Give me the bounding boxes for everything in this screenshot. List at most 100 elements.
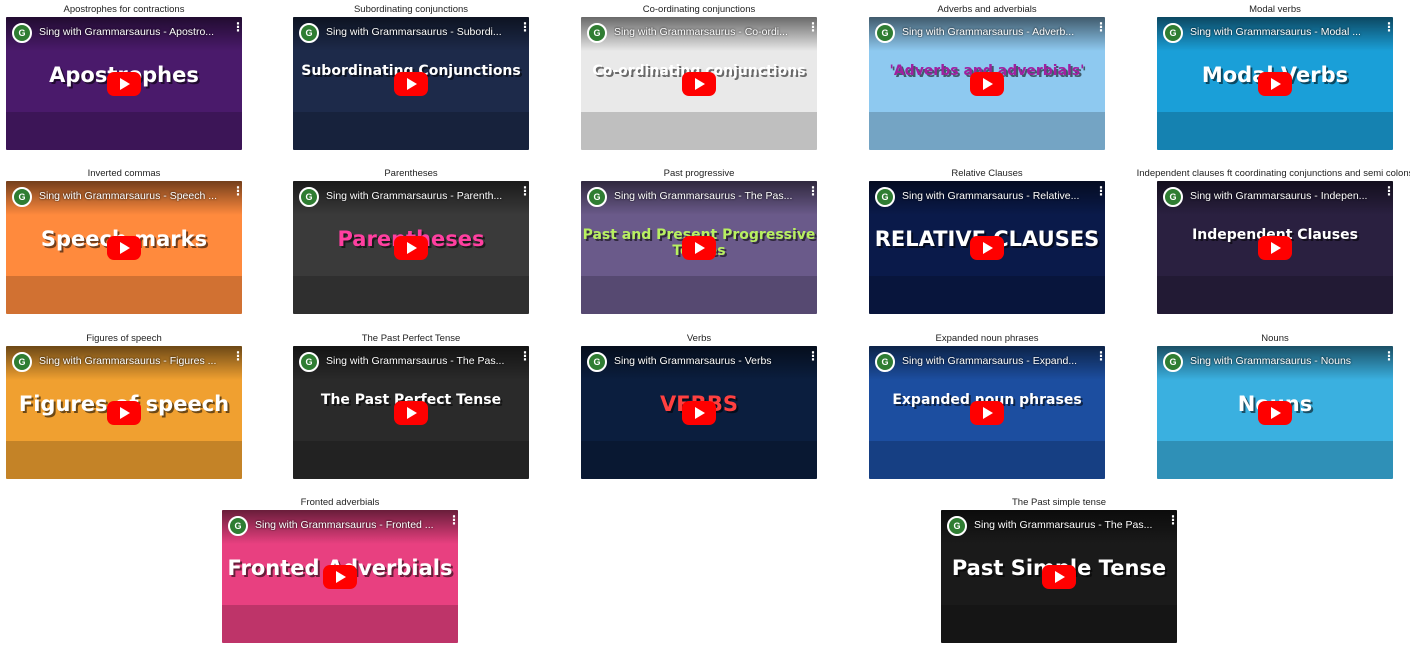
channel-avatar[interactable]: G — [299, 23, 319, 43]
video-embed[interactable]: NounsGSing with Grammarsaurus - Nouns⋮ — [1157, 346, 1393, 479]
video-card: Subordinating conjunctions Subordinating … — [293, 4, 581, 168]
play-button-icon[interactable] — [970, 400, 1004, 425]
video-embed[interactable]: Past Simple TenseGSing with Grammarsauru… — [941, 510, 1177, 643]
more-options-icon[interactable]: ⋮ — [1383, 185, 1393, 197]
thumbnail-backdrop — [1157, 276, 1393, 314]
play-button-icon[interactable] — [970, 71, 1004, 96]
thumbnail-backdrop — [6, 112, 242, 150]
more-options-icon[interactable]: ⋮ — [519, 185, 529, 197]
video-title[interactable]: Sing with Grammarsaurus - Indepen... — [1190, 190, 1375, 202]
thumbnail-backdrop — [581, 112, 817, 150]
channel-avatar[interactable]: G — [875, 23, 895, 43]
more-options-icon[interactable]: ⋮ — [519, 21, 529, 33]
channel-avatar[interactable]: G — [1163, 23, 1183, 43]
channel-avatar[interactable]: G — [1163, 352, 1183, 372]
more-options-icon[interactable]: ⋮ — [448, 514, 458, 526]
channel-avatar[interactable]: G — [299, 352, 319, 372]
channel-avatar[interactable]: G — [299, 187, 319, 207]
play-button-icon[interactable] — [682, 71, 716, 96]
video-title[interactable]: Sing with Grammarsaurus - Parenth... — [326, 190, 511, 202]
video-title[interactable]: Sing with Grammarsaurus - Modal ... — [1190, 26, 1375, 38]
play-button-icon[interactable] — [107, 235, 141, 260]
channel-avatar[interactable]: G — [587, 352, 607, 372]
more-options-icon[interactable]: ⋮ — [1095, 185, 1105, 197]
more-options-icon[interactable]: ⋮ — [1383, 350, 1393, 362]
play-button-icon[interactable] — [1258, 235, 1292, 260]
thumbnail-backdrop — [1157, 112, 1393, 150]
play-button-icon[interactable] — [394, 71, 428, 96]
more-options-icon[interactable]: ⋮ — [1095, 21, 1105, 33]
video-title[interactable]: Sing with Grammarsaurus - The Pas... — [614, 190, 799, 202]
channel-avatar[interactable]: G — [947, 516, 967, 536]
video-title[interactable]: Sing with Grammarsaurus - Adverb... — [902, 26, 1087, 38]
channel-avatar[interactable]: G — [587, 23, 607, 43]
video-card: Co-ordinating conjunctions Co-ordinating … — [581, 4, 869, 168]
more-options-icon[interactable]: ⋮ — [232, 185, 242, 197]
video-card: Inverted commas Speech marks G Sing with Gr… — [6, 168, 294, 332]
more-options-icon[interactable]: ⋮ — [519, 350, 529, 362]
thumbnail-backdrop — [222, 605, 458, 643]
more-options-icon[interactable]: ⋮ — [1167, 514, 1177, 526]
video-title[interactable]: Sing with Grammarsaurus - Speech ... — [39, 190, 224, 202]
video-title[interactable]: Sing with Grammarsaurus - The Pas... — [326, 355, 511, 367]
play-button-icon[interactable] — [1258, 71, 1292, 96]
video-embed[interactable]: RELATIVE CLAUSES G Sing with Grammarsaurus… — [869, 181, 1105, 314]
more-options-icon[interactable]: ⋮ — [807, 185, 817, 197]
video-title[interactable]: Sing with Grammarsaurus - Apostro... — [39, 26, 224, 38]
video-embed[interactable]: Modal Verbs G Sing with Grammarsaurus - Mo… — [1157, 17, 1393, 150]
channel-avatar[interactable]: G — [587, 187, 607, 207]
video-embed[interactable]: ApostrophesGSing with Grammarsaurus - Ap… — [6, 17, 242, 150]
video-embed[interactable]: The Past Perfect Tense G Sing with Grammar… — [293, 346, 529, 479]
thumbnail-backdrop — [581, 441, 817, 479]
channel-avatar[interactable]: G — [12, 187, 32, 207]
play-button-icon[interactable] — [394, 400, 428, 425]
video-card: Modal verbs Modal Verbs G Sing with Grammar… — [1157, 4, 1410, 168]
play-button-icon[interactable] — [682, 235, 716, 260]
video-caption: Expanded noun phrases — [935, 333, 1039, 344]
video-title[interactable]: Sing with Grammarsaurus - Relative... — [902, 190, 1087, 202]
video-card: Relative Clauses RELATIVE CLAUSES G Sing wi… — [869, 168, 1157, 332]
video-embed[interactable]: 'Adverbs and adverbials'GSing with Gramm… — [869, 17, 1105, 150]
video-title[interactable]: Sing with Grammarsaurus - Co-ordi... — [614, 26, 799, 38]
video-title[interactable]: Sing with Grammarsaurus - The Pas... — [974, 519, 1159, 531]
play-button-icon[interactable] — [1258, 400, 1292, 425]
video-title[interactable]: Sing with Grammarsaurus - Subordi... — [326, 26, 511, 38]
more-options-icon[interactable]: ⋮ — [232, 350, 242, 362]
video-title[interactable]: Sing with Grammarsaurus - Expand... — [902, 355, 1087, 367]
more-options-icon[interactable]: ⋮ — [1095, 350, 1105, 362]
channel-avatar[interactable]: G — [875, 187, 895, 207]
play-button-icon[interactable] — [323, 564, 357, 589]
video-embed[interactable]: ParenthesesGSing with Grammarsaurus - Pa… — [293, 181, 529, 314]
channel-avatar[interactable]: G — [12, 352, 32, 372]
video-embed[interactable]: VERBSGSing with Grammarsaurus - Verbs⋮ — [581, 346, 817, 479]
video-embed[interactable]: Fronted Adverbials G Sing with Grammarsaur… — [222, 510, 458, 643]
play-button-icon[interactable] — [394, 235, 428, 260]
play-button-icon[interactable] — [1042, 564, 1076, 589]
channel-avatar[interactable]: G — [1163, 187, 1183, 207]
play-button-icon[interactable] — [682, 400, 716, 425]
play-button-icon[interactable] — [970, 235, 1004, 260]
video-embed[interactable]: Past and Present Progressive TensesGSing… — [581, 181, 817, 314]
video-embed[interactable]: Independent Clauses G Sing with Grammarsau… — [1157, 181, 1393, 314]
channel-avatar[interactable]: G — [228, 516, 248, 536]
play-button-icon[interactable] — [107, 71, 141, 96]
play-button-icon[interactable] — [107, 400, 141, 425]
video-embed[interactable]: Figures of speechGSing with Grammarsauru… — [6, 346, 242, 479]
channel-avatar[interactable]: G — [12, 23, 32, 43]
video-embed[interactable]: Expanded noun phrasesGSing with Grammars… — [869, 346, 1105, 479]
video-caption: Fronted adverbials — [300, 497, 380, 508]
video-embed[interactable]: Speech marks G Sing with Grammarsaurus - S… — [6, 181, 242, 314]
video-title[interactable]: Sing with Grammarsaurus - Nouns — [1190, 355, 1375, 367]
channel-avatar[interactable]: G — [875, 352, 895, 372]
thumbnail-backdrop — [293, 112, 529, 150]
video-embed[interactable]: Co-ordinating conjunctions G Sing with Gra… — [581, 17, 817, 150]
more-options-icon[interactable]: ⋮ — [807, 350, 817, 362]
more-options-icon[interactable]: ⋮ — [807, 21, 817, 33]
video-title[interactable]: Sing with Grammarsaurus - Fronted ... — [255, 519, 440, 531]
more-options-icon[interactable]: ⋮ — [232, 21, 242, 33]
video-embed[interactable]: Subordinating Conjunctions G Sing with Gra… — [293, 17, 529, 150]
video-title[interactable]: Sing with Grammarsaurus - Verbs — [614, 355, 799, 367]
video-caption: Relative Clauses — [951, 168, 1023, 179]
video-title[interactable]: Sing with Grammarsaurus - Figures ... — [39, 355, 224, 367]
more-options-icon[interactable]: ⋮ — [1383, 21, 1393, 33]
